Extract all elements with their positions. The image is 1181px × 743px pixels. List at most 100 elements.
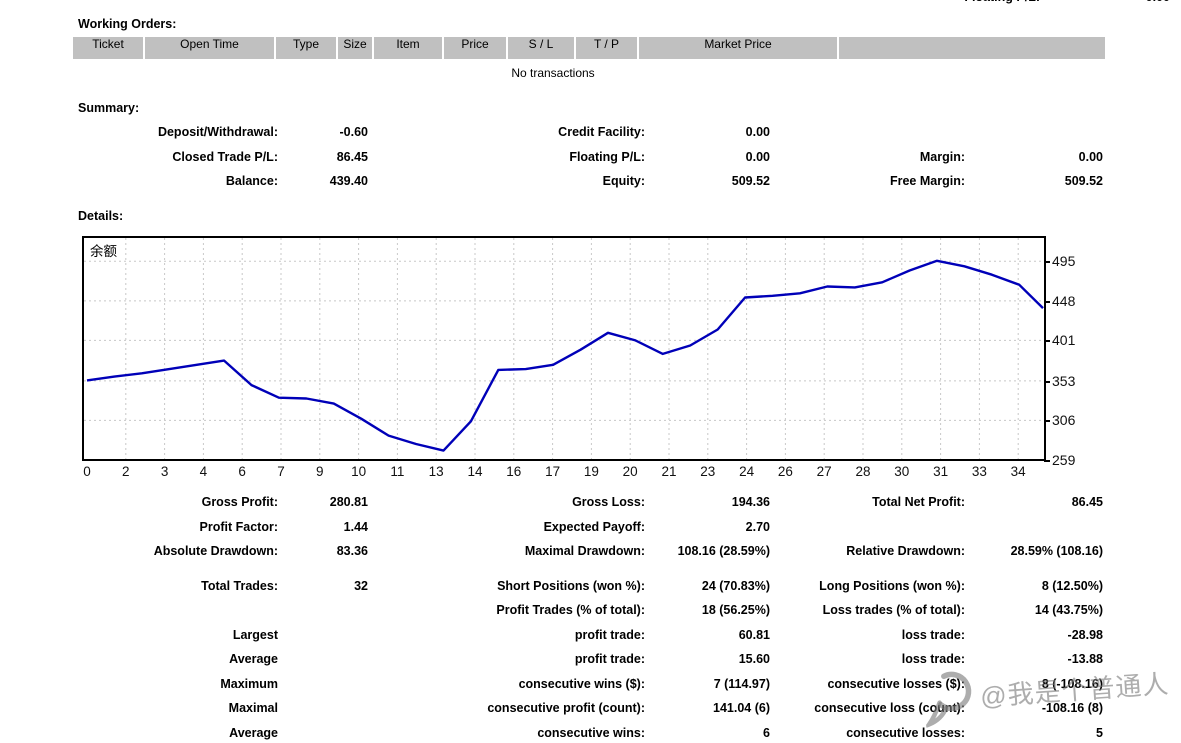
stat-value <box>278 726 368 740</box>
stat-label: Long Positions (won %): <box>819 578 965 593</box>
stat-row: Closed Trade P/L: 86.45 Floating P/L: 0.00 M… <box>73 150 1103 164</box>
stat-label: consecutive profit (count): <box>487 701 645 715</box>
x-tick-label: 6 <box>238 464 246 479</box>
x-tick-label: 28 <box>855 464 871 479</box>
column-header-price: Price <box>444 37 506 59</box>
x-tick-label: 9 <box>316 464 324 479</box>
stat-row: Deposit/Withdrawal: -0.60 Credit Facility:… <box>73 125 1103 139</box>
stat-label: profit trade: <box>574 652 645 666</box>
floating-pl-value: 0.00 <box>1040 0 1170 4</box>
stat-label: Closed Trade P/L: <box>172 149 278 164</box>
stat-value: 141.04 (6) <box>713 701 770 715</box>
stat-value: -28.98 <box>1067 627 1103 642</box>
column-header-t-p: T / P <box>576 37 637 59</box>
stat-value: -0.60 <box>339 125 369 139</box>
stat-row: Maximum consecutive wins ($): 7 (114.97) co… <box>73 677 1103 691</box>
stat-value: 2.70 <box>745 519 770 534</box>
stat-label: Expected Payoff: <box>543 519 645 534</box>
stat-value: 0.00 <box>745 125 770 139</box>
stat-value: 5 <box>1096 725 1103 740</box>
stat-value: 8 (12.50%) <box>1041 578 1103 593</box>
x-tick-label: 3 <box>160 464 169 479</box>
stat-label: consecutive loss (count): <box>814 701 965 715</box>
stat-label: Maximum <box>220 676 278 691</box>
stat-row: Profit Factor: 1.44 Expected Payoff: 2.70 <box>73 520 1103 534</box>
stat-value: 194.36 <box>731 495 770 509</box>
stat-value: 28.59% (108.16) <box>1010 544 1103 558</box>
stat-value: 18 (56.25%) <box>701 603 770 617</box>
stat-row: Absolute Drawdown: 83.36 Maximal Drawdown:… <box>73 544 1103 558</box>
stat-value: 0.00 <box>1078 149 1103 164</box>
stat-value: 15.60 <box>738 652 770 666</box>
stat-label: Margin: <box>919 149 965 164</box>
stat-label: consecutive losses ($): <box>827 676 965 691</box>
x-tick-label: 33 <box>971 464 987 479</box>
chart-legend-balance: 余额 <box>88 240 119 260</box>
x-tick-label: 2 <box>122 464 130 479</box>
x-tick-label: 20 <box>622 464 638 479</box>
x-tick-label: 19 <box>583 464 599 479</box>
x-tick-label: 26 <box>777 464 793 479</box>
stat-label: Total Trades: <box>201 578 278 593</box>
working-orders-title: Working Orders: <box>78 17 177 31</box>
stat-label: Credit Facility: <box>558 125 645 139</box>
stat-value <box>278 701 368 715</box>
stat-label <box>770 520 965 534</box>
column-header-empty <box>839 37 1105 59</box>
x-tick-label: 7 <box>277 464 285 479</box>
stat-value: 509.52 <box>1064 174 1103 188</box>
stat-label: Short Positions (won %): <box>497 578 645 593</box>
x-tick-label: 24 <box>739 464 755 479</box>
balance-chart: 余额 <box>82 236 1046 461</box>
stat-label: profit trade: <box>574 627 645 642</box>
clipped-floating-pl-row: Floating P/L: 0.00 <box>73 0 1170 4</box>
stat-row: Largest profit trade: 60.81 loss trade: -28.… <box>73 628 1103 642</box>
no-transactions-text: No transactions <box>511 66 595 80</box>
stat-value <box>278 603 368 617</box>
x-tick-label: 21 <box>661 464 677 479</box>
x-tick-label: 27 <box>816 464 832 479</box>
stat-value: 7 (114.97) <box>713 676 770 691</box>
stat-value <box>278 628 368 642</box>
x-tick-label: 10 <box>351 464 367 479</box>
stat-value: -108.16 (8) <box>1041 701 1103 715</box>
column-header-market-price: Market Price <box>639 37 837 59</box>
x-tick-label: 30 <box>894 464 910 479</box>
column-header-ticket: Ticket <box>73 37 143 59</box>
stat-label <box>73 603 278 617</box>
stat-value <box>278 652 368 666</box>
stat-label: Average <box>229 652 278 666</box>
stat-label: Deposit/Withdrawal: <box>157 125 278 139</box>
stat-row: Gross Profit: 280.81 Gross Loss: 194.36 Tota… <box>73 495 1103 509</box>
stat-label: consecutive wins: <box>537 725 645 740</box>
y-tick-label: 259 <box>1043 452 1076 468</box>
stat-label: Largest <box>232 627 278 642</box>
stat-label: Free Margin: <box>889 174 965 188</box>
floating-pl-label: Floating P/L: <box>73 0 1040 4</box>
stat-value: 8 (-108.16) <box>1041 676 1103 691</box>
stat-value: 86.45 <box>1071 495 1103 509</box>
stat-label: Equity: <box>602 174 645 188</box>
stat-label: Profit Trades (% of total): <box>496 603 645 617</box>
y-tick-label: 353 <box>1043 372 1076 389</box>
stat-value: 83.36 <box>336 544 368 558</box>
stat-label: Maximal Drawdown: <box>524 544 645 558</box>
column-header-s-l: S / L <box>508 37 574 59</box>
stat-value: 280.81 <box>329 495 368 509</box>
working-orders-header: Ticket Open Time Type Size Item Price S / LT /… <box>73 37 1107 59</box>
y-tick-label: 401 <box>1043 332 1076 349</box>
stat-value: 60.81 <box>738 627 770 642</box>
stat-row: Profit Trades (% of total): 18 (56.25%) Lo… <box>73 603 1103 617</box>
stat-label: Balance: <box>225 174 278 188</box>
summary-title: Summary: <box>78 101 140 115</box>
stat-label: Average <box>229 725 278 740</box>
x-tick-label: 11 <box>390 464 405 479</box>
x-tick-label: 13 <box>428 464 444 479</box>
stat-value <box>965 520 1103 534</box>
stat-value: 108.16 (28.59%) <box>677 544 770 558</box>
stat-label <box>770 125 965 139</box>
stat-value: -13.88 <box>1067 652 1103 666</box>
x-tick-label: 16 <box>506 464 522 479</box>
x-tick-label: 31 <box>933 464 949 479</box>
column-header-size: Size <box>338 37 372 59</box>
